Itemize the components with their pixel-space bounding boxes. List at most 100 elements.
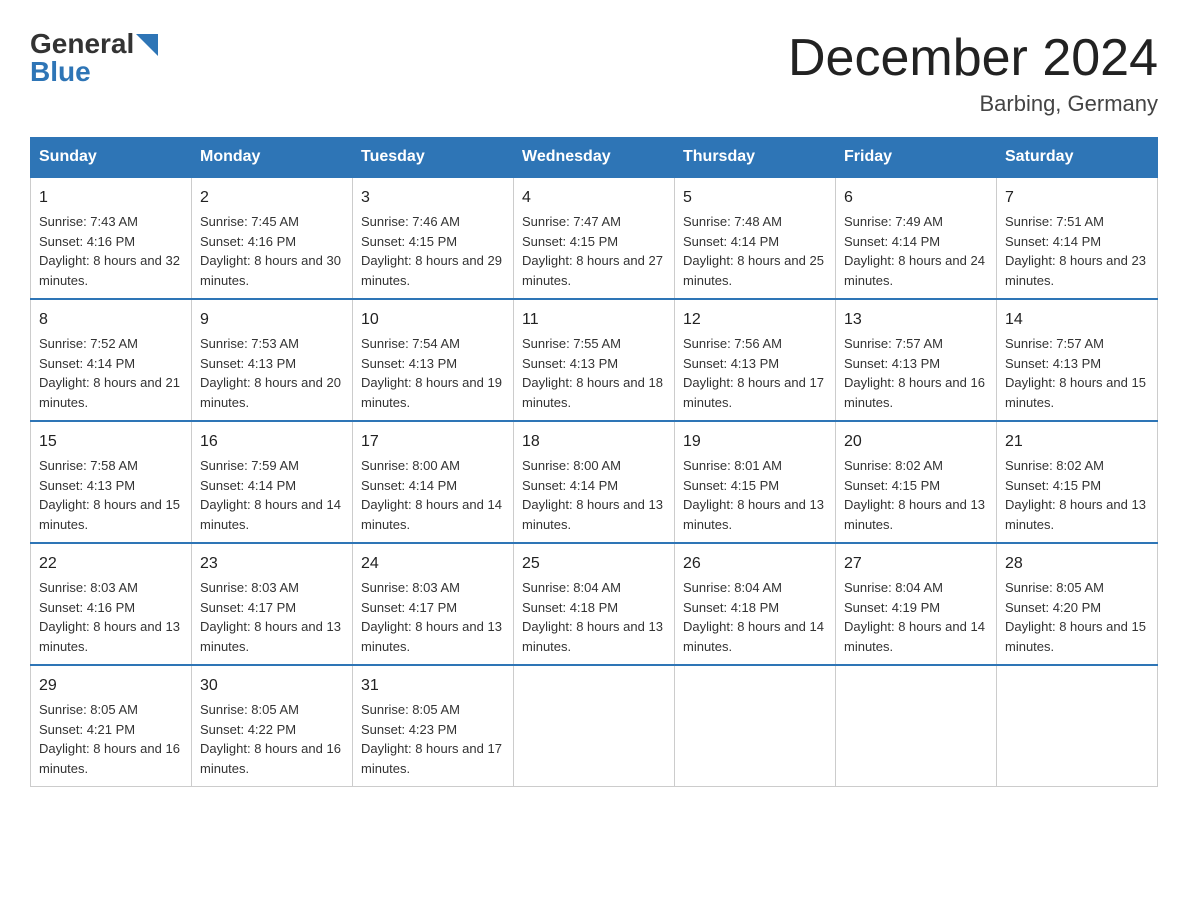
day-info: Sunrise: 8:05 AMSunset: 4:22 PMDaylight:… [200, 702, 341, 776]
calendar-week-row: 15 Sunrise: 7:58 AMSunset: 4:13 PMDaylig… [31, 421, 1158, 543]
day-number: 26 [683, 552, 827, 576]
day-info: Sunrise: 7:57 AMSunset: 4:13 PMDaylight:… [1005, 336, 1146, 410]
day-number: 1 [39, 186, 183, 210]
day-number: 6 [844, 186, 988, 210]
day-number: 12 [683, 308, 827, 332]
calendar-day-cell: 24 Sunrise: 8:03 AMSunset: 4:17 PMDaylig… [353, 543, 514, 665]
day-number: 11 [522, 308, 666, 332]
day-number: 23 [200, 552, 344, 576]
day-number: 15 [39, 430, 183, 454]
calendar-day-cell: 14 Sunrise: 7:57 AMSunset: 4:13 PMDaylig… [997, 299, 1158, 421]
day-info: Sunrise: 7:52 AMSunset: 4:14 PMDaylight:… [39, 336, 180, 410]
day-number: 13 [844, 308, 988, 332]
day-number: 4 [522, 186, 666, 210]
day-info: Sunrise: 7:46 AMSunset: 4:15 PMDaylight:… [361, 214, 502, 288]
day-info: Sunrise: 8:03 AMSunset: 4:17 PMDaylight:… [361, 580, 502, 654]
col-wednesday: Wednesday [514, 138, 675, 178]
calendar-day-cell: 8 Sunrise: 7:52 AMSunset: 4:14 PMDayligh… [31, 299, 192, 421]
header-row: Sunday Monday Tuesday Wednesday Thursday… [31, 138, 1158, 178]
calendar-body: 1 Sunrise: 7:43 AMSunset: 4:16 PMDayligh… [31, 177, 1158, 787]
calendar-day-cell: 19 Sunrise: 8:01 AMSunset: 4:15 PMDaylig… [675, 421, 836, 543]
day-info: Sunrise: 8:05 AMSunset: 4:21 PMDaylight:… [39, 702, 180, 776]
day-info: Sunrise: 7:57 AMSunset: 4:13 PMDaylight:… [844, 336, 985, 410]
calendar-day-cell [836, 665, 997, 787]
day-number: 3 [361, 186, 505, 210]
calendar-day-cell: 17 Sunrise: 8:00 AMSunset: 4:14 PMDaylig… [353, 421, 514, 543]
calendar-day-cell: 23 Sunrise: 8:03 AMSunset: 4:17 PMDaylig… [192, 543, 353, 665]
calendar-day-cell: 5 Sunrise: 7:48 AMSunset: 4:14 PMDayligh… [675, 177, 836, 299]
page-header: General Blue December 2024 Barbing, Germ… [30, 30, 1158, 117]
calendar-day-cell: 13 Sunrise: 7:57 AMSunset: 4:13 PMDaylig… [836, 299, 997, 421]
calendar-week-row: 8 Sunrise: 7:52 AMSunset: 4:14 PMDayligh… [31, 299, 1158, 421]
calendar-day-cell [514, 665, 675, 787]
day-number: 10 [361, 308, 505, 332]
day-info: Sunrise: 7:55 AMSunset: 4:13 PMDaylight:… [522, 336, 663, 410]
day-number: 14 [1005, 308, 1149, 332]
calendar-day-cell: 15 Sunrise: 7:58 AMSunset: 4:13 PMDaylig… [31, 421, 192, 543]
day-info: Sunrise: 7:47 AMSunset: 4:15 PMDaylight:… [522, 214, 663, 288]
day-number: 7 [1005, 186, 1149, 210]
day-info: Sunrise: 8:04 AMSunset: 4:18 PMDaylight:… [683, 580, 824, 654]
calendar-day-cell: 18 Sunrise: 8:00 AMSunset: 4:14 PMDaylig… [514, 421, 675, 543]
day-number: 21 [1005, 430, 1149, 454]
day-number: 27 [844, 552, 988, 576]
day-info: Sunrise: 7:45 AMSunset: 4:16 PMDaylight:… [200, 214, 341, 288]
day-info: Sunrise: 8:02 AMSunset: 4:15 PMDaylight:… [844, 458, 985, 532]
calendar-day-cell: 27 Sunrise: 8:04 AMSunset: 4:19 PMDaylig… [836, 543, 997, 665]
col-thursday: Thursday [675, 138, 836, 178]
col-tuesday: Tuesday [353, 138, 514, 178]
calendar-day-cell: 1 Sunrise: 7:43 AMSunset: 4:16 PMDayligh… [31, 177, 192, 299]
col-monday: Monday [192, 138, 353, 178]
month-title: December 2024 [788, 30, 1158, 87]
day-number: 31 [361, 674, 505, 698]
day-number: 17 [361, 430, 505, 454]
calendar-week-row: 22 Sunrise: 8:03 AMSunset: 4:16 PMDaylig… [31, 543, 1158, 665]
calendar-header: Sunday Monday Tuesday Wednesday Thursday… [31, 138, 1158, 178]
col-saturday: Saturday [997, 138, 1158, 178]
day-info: Sunrise: 7:49 AMSunset: 4:14 PMDaylight:… [844, 214, 985, 288]
day-number: 24 [361, 552, 505, 576]
day-info: Sunrise: 8:04 AMSunset: 4:19 PMDaylight:… [844, 580, 985, 654]
day-info: Sunrise: 8:00 AMSunset: 4:14 PMDaylight:… [522, 458, 663, 532]
day-number: 16 [200, 430, 344, 454]
day-info: Sunrise: 8:00 AMSunset: 4:14 PMDaylight:… [361, 458, 502, 532]
calendar-day-cell: 30 Sunrise: 8:05 AMSunset: 4:22 PMDaylig… [192, 665, 353, 787]
calendar-day-cell: 22 Sunrise: 8:03 AMSunset: 4:16 PMDaylig… [31, 543, 192, 665]
day-number: 22 [39, 552, 183, 576]
day-number: 19 [683, 430, 827, 454]
day-info: Sunrise: 7:51 AMSunset: 4:14 PMDaylight:… [1005, 214, 1146, 288]
logo-triangle-icon [136, 34, 158, 56]
day-info: Sunrise: 8:02 AMSunset: 4:15 PMDaylight:… [1005, 458, 1146, 532]
day-info: Sunrise: 7:48 AMSunset: 4:14 PMDaylight:… [683, 214, 824, 288]
calendar-day-cell: 16 Sunrise: 7:59 AMSunset: 4:14 PMDaylig… [192, 421, 353, 543]
logo-general-text: General [30, 30, 134, 58]
day-info: Sunrise: 8:04 AMSunset: 4:18 PMDaylight:… [522, 580, 663, 654]
calendar-week-row: 1 Sunrise: 7:43 AMSunset: 4:16 PMDayligh… [31, 177, 1158, 299]
calendar-day-cell [675, 665, 836, 787]
calendar-day-cell: 28 Sunrise: 8:05 AMSunset: 4:20 PMDaylig… [997, 543, 1158, 665]
day-info: Sunrise: 7:43 AMSunset: 4:16 PMDaylight:… [39, 214, 180, 288]
day-info: Sunrise: 8:03 AMSunset: 4:16 PMDaylight:… [39, 580, 180, 654]
calendar-day-cell: 11 Sunrise: 7:55 AMSunset: 4:13 PMDaylig… [514, 299, 675, 421]
calendar-day-cell: 20 Sunrise: 8:02 AMSunset: 4:15 PMDaylig… [836, 421, 997, 543]
day-info: Sunrise: 7:53 AMSunset: 4:13 PMDaylight:… [200, 336, 341, 410]
calendar-table: Sunday Monday Tuesday Wednesday Thursday… [30, 137, 1158, 787]
calendar-day-cell: 25 Sunrise: 8:04 AMSunset: 4:18 PMDaylig… [514, 543, 675, 665]
calendar-day-cell: 6 Sunrise: 7:49 AMSunset: 4:14 PMDayligh… [836, 177, 997, 299]
day-number: 20 [844, 430, 988, 454]
day-number: 25 [522, 552, 666, 576]
day-info: Sunrise: 8:03 AMSunset: 4:17 PMDaylight:… [200, 580, 341, 654]
calendar-day-cell: 9 Sunrise: 7:53 AMSunset: 4:13 PMDayligh… [192, 299, 353, 421]
calendar-day-cell: 26 Sunrise: 8:04 AMSunset: 4:18 PMDaylig… [675, 543, 836, 665]
day-info: Sunrise: 7:58 AMSunset: 4:13 PMDaylight:… [39, 458, 180, 532]
calendar-day-cell: 7 Sunrise: 7:51 AMSunset: 4:14 PMDayligh… [997, 177, 1158, 299]
col-sunday: Sunday [31, 138, 192, 178]
col-friday: Friday [836, 138, 997, 178]
day-number: 30 [200, 674, 344, 698]
calendar-day-cell: 31 Sunrise: 8:05 AMSunset: 4:23 PMDaylig… [353, 665, 514, 787]
day-number: 29 [39, 674, 183, 698]
calendar-day-cell: 4 Sunrise: 7:47 AMSunset: 4:15 PMDayligh… [514, 177, 675, 299]
location-subtitle: Barbing, Germany [788, 91, 1158, 117]
day-info: Sunrise: 7:59 AMSunset: 4:14 PMDaylight:… [200, 458, 341, 532]
calendar-day-cell: 12 Sunrise: 7:56 AMSunset: 4:13 PMDaylig… [675, 299, 836, 421]
